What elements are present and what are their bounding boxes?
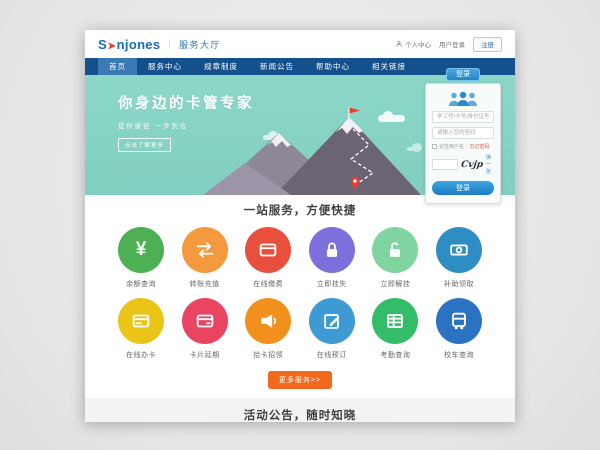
attendance-icon [372, 298, 418, 344]
lock-icon [309, 227, 355, 273]
service-subsidy-collect[interactable]: 补助领取 [429, 227, 489, 289]
service-apply-card[interactable]: 在线办卡 [111, 298, 171, 360]
logo-text-prefix: S [98, 37, 107, 52]
announcements-section: 活动公告，随时知晓 使用动态 最新公告 更多>> 使用指南 更多>> [85, 398, 515, 422]
card-apply-icon [118, 298, 164, 344]
person-icon [395, 40, 403, 48]
user-login-label: 用户登录 [439, 39, 465, 49]
megaphone-icon [245, 298, 291, 344]
bus-icon [436, 298, 482, 344]
logo-arrow-icon: ➤ [107, 41, 116, 52]
map-pin-icon [353, 179, 356, 182]
announcements-heading: 活动公告，随时知晓 [98, 407, 502, 422]
login-panel: 登录 记住用户名 | 忘记密码 Cvjp 换一张 登录 [425, 68, 501, 204]
captcha-input[interactable] [432, 159, 458, 170]
forgot-password-link[interactable]: 忘记密码 [469, 143, 489, 150]
service-online-booking[interactable]: 在线预订 [302, 298, 362, 360]
nav-item-related-links[interactable]: 相关链接 [361, 58, 417, 75]
remember-label: 记住用户名 [439, 143, 464, 150]
login-submit-button[interactable]: 登录 [432, 181, 494, 195]
unlock-icon [372, 227, 418, 273]
site-header: S➤njones | 服务大厅 个人中心 用户登录 注册 [85, 30, 515, 58]
services-heading: 一站服务，方便快捷 [85, 202, 515, 218]
personal-center-link[interactable]: 个人中心 [395, 39, 431, 49]
banknote-icon [436, 227, 482, 273]
password-input[interactable] [432, 127, 494, 139]
service-balance-inquiry[interactable]: ¥ 余额查询 [111, 227, 171, 289]
mountains-illustration [203, 107, 421, 195]
separator: | [466, 144, 467, 150]
register-button[interactable]: 注册 [473, 37, 502, 52]
logo-divider: | [168, 39, 171, 50]
yen-icon: ¥ [118, 227, 164, 273]
card-renew-icon [182, 298, 228, 344]
synjones-logo[interactable]: S➤njones [98, 37, 160, 52]
services-row-1: ¥ 余额查询 转账充值 在线缴费 立即挂失 [85, 227, 515, 289]
personal-center-label: 个人中心 [405, 39, 431, 49]
services-row-2: 在线办卡 卡片延期 拾卡招领 在线预订 [85, 298, 515, 360]
edit-icon [309, 298, 355, 344]
login-form: 记住用户名 | 忘记密码 Cvjp 换一张 登录 [425, 83, 501, 204]
service-report-loss[interactable]: 立即挂失 [302, 227, 362, 289]
portal-page: S➤njones | 服务大厅 个人中心 用户登录 注册 首页 服务中心 规章制… [85, 30, 515, 422]
header-links: 个人中心 用户登录 注册 [395, 37, 502, 52]
nav-item-news[interactable]: 新闻公告 [249, 58, 305, 75]
login-tab[interactable]: 登录 [446, 68, 480, 81]
nav-item-home[interactable]: 首页 [98, 58, 137, 75]
nav-item-rules[interactable]: 规章制度 [193, 58, 249, 75]
hero-cta-button[interactable]: 点击了解更多 [118, 138, 171, 152]
service-attendance-query[interactable]: 考勤查询 [365, 298, 425, 360]
logo-text-suffix: njones [117, 37, 161, 52]
service-school-bus-query[interactable]: 校车查询 [429, 298, 489, 360]
more-services-button[interactable]: 更多服务>> [268, 371, 332, 389]
nav-item-service-center[interactable]: 服务中心 [137, 58, 193, 75]
service-found-card-claim[interactable]: 拾卡招领 [238, 298, 298, 360]
users-icon [447, 91, 479, 106]
remember-row: 记住用户名 | 忘记密码 [432, 143, 494, 150]
nav-item-help-center[interactable]: 帮助中心 [305, 58, 361, 75]
site-tagline: 服务大厅 [179, 38, 221, 51]
card-payment-icon [245, 227, 291, 273]
captcha-row: Cvjp 换一张 [432, 154, 494, 175]
remember-checkbox[interactable] [432, 144, 437, 149]
service-cancel-loss[interactable]: 立即解挂 [365, 227, 425, 289]
transfer-icon [182, 227, 228, 273]
services-section: 一站服务，方便快捷 ¥ 余额查询 转账充值 在线缴费 [85, 195, 515, 389]
service-online-payment[interactable]: 在线缴费 [238, 227, 298, 289]
service-transfer-recharge[interactable]: 转账充值 [175, 227, 235, 289]
change-captcha-link[interactable]: 换一张 [486, 154, 494, 175]
user-login-link[interactable]: 用户登录 [439, 39, 465, 49]
username-input[interactable] [432, 111, 494, 123]
flag-icon [350, 108, 361, 114]
captcha-image[interactable]: Cvjp [460, 160, 483, 170]
service-card-renewal[interactable]: 卡片延期 [175, 298, 235, 360]
